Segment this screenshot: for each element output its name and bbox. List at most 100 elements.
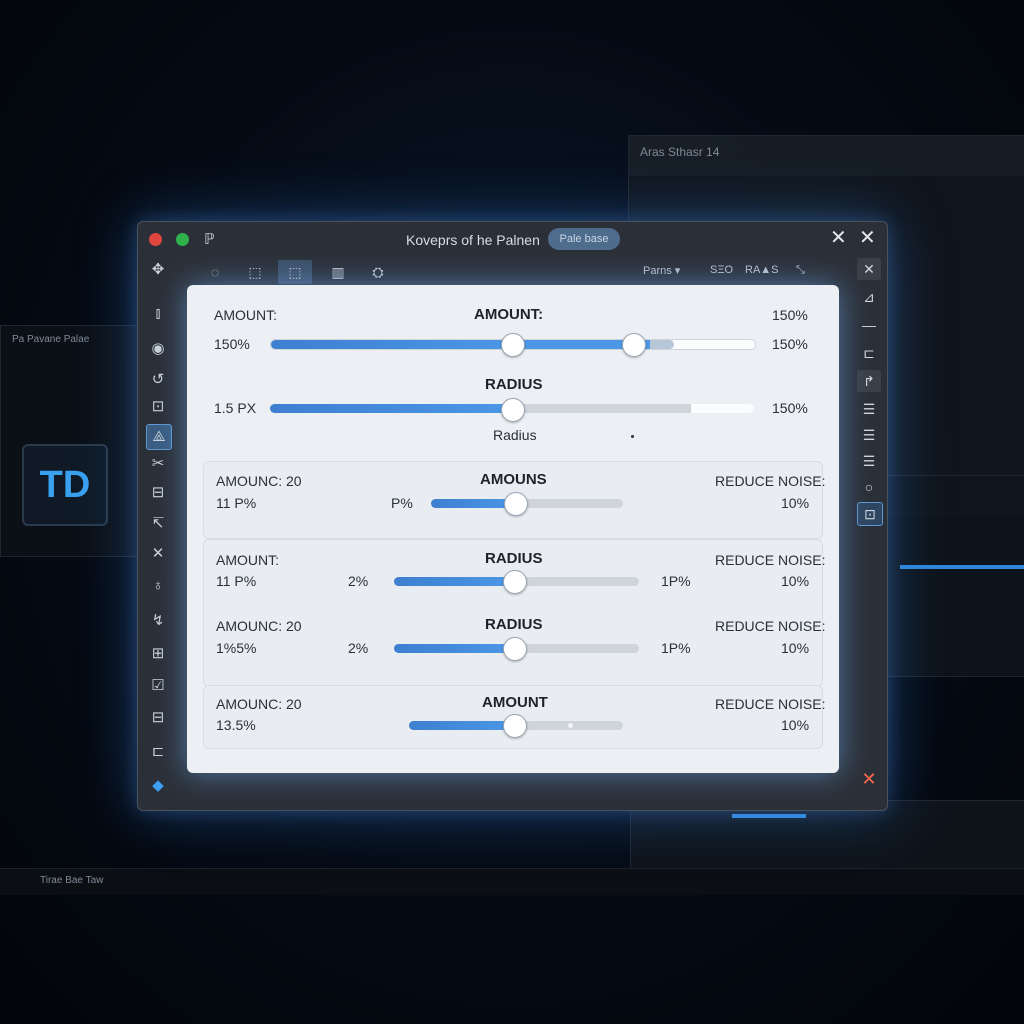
group2b-slider-handle[interactable] bbox=[503, 637, 528, 661]
background-left-text: Pa Pavane Palae bbox=[12, 334, 90, 345]
slider-marker bbox=[568, 723, 573, 728]
bracket-tool-icon[interactable]: ⫾ bbox=[146, 302, 170, 326]
group2a-amount-value: 11 P% bbox=[216, 573, 257, 589]
layer-icon[interactable]: ⊡ bbox=[857, 502, 883, 526]
list-icon[interactable]: ☰ bbox=[857, 398, 881, 420]
group1-slider-fill bbox=[431, 499, 516, 508]
group3-slider-handle[interactable] bbox=[502, 714, 527, 738]
close-icon[interactable]: ✕ bbox=[830, 228, 847, 248]
histogram-tool-icon[interactable]: ▥ bbox=[323, 260, 353, 284]
group1-reduce-noise-label: REDUCE NOISE: bbox=[715, 473, 826, 489]
radius-value: 150% bbox=[772, 400, 808, 416]
group3-reduce-noise-value: 10% bbox=[781, 717, 810, 733]
app-logo-icon: TD bbox=[22, 444, 108, 526]
radius-sublabel: Radius bbox=[493, 427, 537, 443]
background-progress-bar bbox=[900, 565, 1024, 569]
amount-value: 150% bbox=[772, 336, 808, 352]
group3-amount-label: AMOUNC: 20 bbox=[216, 696, 302, 712]
group2b-reduce-noise-label: REDUCE NOISE: bbox=[715, 618, 826, 634]
cross-tool-icon[interactable]: ✕ bbox=[146, 542, 170, 566]
group1-amount-label: AMOUNC: 20 bbox=[216, 473, 302, 489]
group2a-max-value: 1P% bbox=[661, 573, 691, 589]
grid-tool-icon[interactable]: ⊞ bbox=[146, 642, 170, 666]
parns-dropdown[interactable]: Parns ▾ bbox=[643, 264, 680, 277]
scissors-tool-icon[interactable]: ✂ bbox=[146, 452, 170, 476]
frame-tool-icon[interactable]: ⬚ bbox=[278, 260, 312, 284]
checklist-tool-icon[interactable]: ☑ bbox=[146, 674, 170, 698]
move-tool-icon[interactable]: ✥ bbox=[146, 258, 170, 282]
radius-slider-handle[interactable] bbox=[501, 398, 525, 422]
list-alt-icon[interactable]: ☰ bbox=[857, 424, 881, 446]
title-bar: ℙ Koveprs of he Palnen Pale base ✕ ✕ bbox=[138, 222, 887, 258]
group2a-slider-handle[interactable] bbox=[503, 570, 528, 594]
group3-title: AMOUNT bbox=[482, 694, 548, 711]
group2b-reduce-noise-value: 10% bbox=[781, 640, 810, 656]
group2b-max-value: 1P% bbox=[661, 640, 691, 656]
group2b-slider-fill bbox=[394, 644, 515, 653]
stamp-tool-icon[interactable]: ♁ bbox=[146, 574, 170, 598]
title-badge[interactable]: Pale base bbox=[548, 228, 620, 250]
amount-min-value: 150% bbox=[214, 336, 250, 352]
target-tool-icon[interactable]: ◉ bbox=[146, 337, 170, 361]
taskbar-text: Tirae Bae Taw bbox=[40, 875, 104, 886]
left-toolbar: ✥ ⫾ ◉ ↺ ⊡ ⟁ ✂ ⊟ ↸ ✕ ♁ ↯ ⊞ ☑ ⊟ ⊏ ◆ bbox=[138, 261, 178, 810]
filter-dialog-window: ℙ Koveprs of he Palnen Pale base ✕ ✕ ◌ ⬚… bbox=[137, 221, 888, 811]
folder-tool-icon[interactable]: ⊏ bbox=[146, 740, 170, 764]
radius-min-value: 1.5 PX bbox=[214, 400, 257, 416]
amount-slider-handle[interactable] bbox=[501, 333, 525, 357]
radius-slider-fill bbox=[270, 404, 512, 413]
toolbar-label-ras[interactable]: RA▲S bbox=[745, 264, 779, 276]
circle-icon[interactable]: ○ bbox=[857, 476, 881, 498]
group2b-title: RADIUS bbox=[485, 616, 543, 633]
arrow-icon[interactable]: ↱ bbox=[857, 370, 881, 392]
settings-panel: AMOUNT: AMOUNT: 150% 150% 150% RADIUS 1.… bbox=[187, 285, 839, 773]
expand-icon[interactable]: ⤡ bbox=[796, 264, 805, 277]
pen-tool-icon[interactable]: ⟁ bbox=[146, 424, 172, 450]
group2b-amount-value: 1%5% bbox=[216, 640, 257, 656]
window-title: Koveprs of he Palnen bbox=[406, 232, 540, 248]
crop-tool-icon[interactable]: ⬚ bbox=[240, 260, 270, 284]
group3-reduce-noise-label: REDUCE NOISE: bbox=[715, 696, 826, 712]
group2a-title: RADIUS bbox=[485, 550, 543, 567]
frame-icon[interactable]: ⊏ bbox=[857, 342, 881, 364]
group1-mid-value: P% bbox=[391, 495, 413, 511]
book-tool-icon[interactable]: ⊡ bbox=[146, 395, 170, 419]
amount-slider-handle-secondary[interactable] bbox=[622, 333, 646, 357]
amount-label: AMOUNT: bbox=[214, 307, 277, 323]
radius-title: RADIUS bbox=[485, 376, 543, 393]
background-accent-bar bbox=[732, 814, 806, 818]
trash-tool-icon[interactable]: ⊟ bbox=[146, 481, 170, 505]
maximize-dot-button[interactable] bbox=[176, 233, 189, 246]
group3-amount-value: 13.5% bbox=[216, 717, 256, 733]
amount-slider-secondary-fill bbox=[513, 340, 674, 349]
cancel-icon[interactable]: ✕ bbox=[857, 768, 881, 790]
close-dot-button[interactable] bbox=[149, 233, 162, 246]
shield-icon[interactable]: ◆ bbox=[146, 774, 170, 798]
group2b-amount-label: AMOUNC: 20 bbox=[216, 618, 302, 634]
amount-title: AMOUNT: bbox=[474, 306, 544, 323]
menu-icon[interactable]: ☰ bbox=[857, 450, 881, 472]
taskbar bbox=[0, 868, 1024, 895]
amount-max-label: 150% bbox=[772, 307, 808, 323]
adjust-tool-icon[interactable]: ⛭ bbox=[363, 260, 393, 284]
group2a-reduce-noise-label: REDUCE NOISE: bbox=[715, 552, 826, 568]
group2a-reduce-noise-value: 10% bbox=[781, 573, 810, 589]
group2a-amount-label: AMOUNT: bbox=[216, 552, 279, 568]
right-toolbar: ✕ ⊿ — ⊏ ↱ ☰ ☰ ☰ ○ ⊡ ✕ bbox=[853, 256, 887, 810]
corner-icon[interactable]: ⊿ bbox=[857, 286, 881, 308]
edit-tool-icon[interactable]: ↯ bbox=[146, 609, 170, 633]
toolbar-label-seo[interactable]: ЅΞO bbox=[710, 264, 733, 276]
briefcase-tool-icon[interactable]: ⊟ bbox=[146, 706, 170, 730]
group1-amount-value: 11 P% bbox=[216, 495, 257, 511]
indicator-dot bbox=[631, 435, 634, 438]
lasso-tool-icon[interactable]: ◌ bbox=[200, 260, 230, 284]
close-window-icon[interactable]: ✕ bbox=[859, 228, 876, 248]
hook-tool-icon[interactable]: ↸ bbox=[146, 512, 170, 536]
app-icon: ℙ bbox=[204, 231, 215, 248]
rotate-tool-icon[interactable]: ↺ bbox=[146, 368, 170, 392]
panel-close-icon[interactable]: ✕ bbox=[857, 258, 881, 280]
group1-reduce-noise-value: 10% bbox=[781, 495, 810, 511]
minus-icon[interactable]: — bbox=[857, 314, 881, 336]
background-window-title: Aras Sthasr 14 bbox=[640, 145, 720, 159]
amount-slider-fill bbox=[271, 340, 513, 349]
